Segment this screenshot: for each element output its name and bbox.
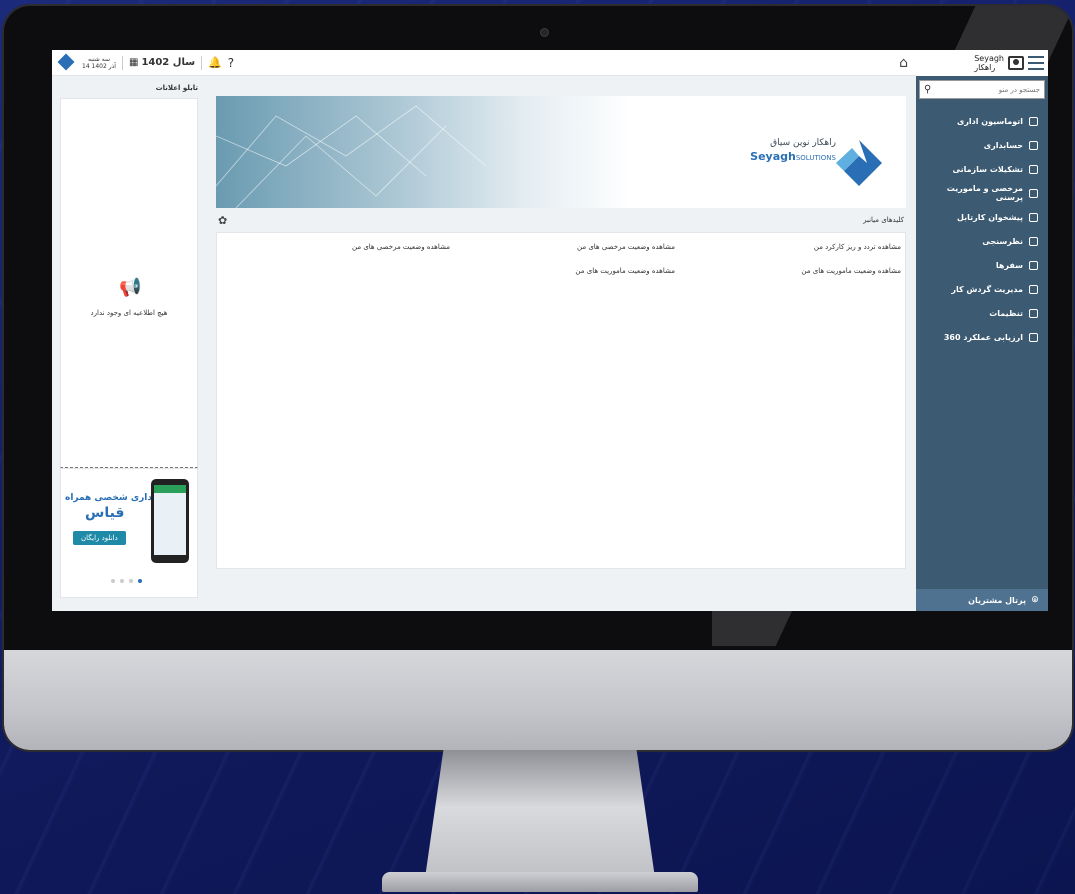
sidebar-item[interactable]: پیشخوان کارتابل [916, 205, 1048, 229]
sidebar-item[interactable]: نظرسنجی [916, 229, 1048, 253]
ad-brand: قیاس [85, 505, 125, 521]
sidebar-item[interactable]: مدیریت گردش کار [916, 277, 1048, 301]
top-bar: سه شنبه 14 آذر 1402 ▦ سال 1402 🔔 ? ⌂ [52, 50, 916, 76]
notice-board-title: تابلو اعلانات [155, 84, 198, 92]
ad-carousel[interactable]: حسابداری شخصی همراه قیاس دانلود رایگان [60, 468, 198, 598]
brand-block: راهکار نوین سیاق SeyaghSOLUTIONS [750, 138, 836, 163]
portal-label: پرتال مشتریان [968, 595, 1026, 605]
banner: راهکار نوین سیاق SeyaghSOLUTIONS [216, 96, 906, 208]
brand-fa: راهکار نوین سیاق [770, 138, 836, 148]
shortcut-link[interactable]: مشاهده وضعیت ماموریت های من [801, 267, 901, 275]
sidebar-item[interactable]: تنظیمات [916, 301, 1048, 325]
sidebar: Seyagh راهکار ⚲ اتوماسیون اداری حسابداری… [916, 50, 1048, 611]
customer-portal[interactable]: ⌾ پرتال مشتریان [916, 589, 1048, 611]
gear-icon [1029, 308, 1038, 318]
search-icon[interactable]: ⚲ [924, 84, 931, 95]
banner-graphic [216, 105, 487, 208]
carousel-dot[interactable] [129, 579, 133, 583]
app-screen: سه شنبه 14 آذر 1402 ▦ سال 1402 🔔 ? ⌂ تاب… [52, 50, 1048, 611]
brand-en: SeyaghSOLUTIONS [750, 150, 836, 163]
menu-icon[interactable] [1028, 56, 1044, 70]
top-bar-left: سه شنبه 14 آذر 1402 ▦ سال 1402 🔔 ? [52, 54, 234, 72]
sidebar-search: ⚲ [919, 80, 1045, 99]
carousel-dots [111, 579, 142, 583]
phone-image [151, 479, 189, 563]
main-content: راهکار نوین سیاق SeyaghSOLUTIONS ✿ کلیده… [216, 96, 906, 601]
inbox-icon [1029, 212, 1038, 222]
monitor-chin [4, 650, 1072, 750]
user-name: Seyagh راهکار [974, 54, 1004, 72]
user-box[interactable]: Seyagh راهکار [974, 54, 1044, 72]
seyagh-logo-icon [58, 54, 76, 72]
sidebar-item[interactable]: اتوماسیون اداری [916, 109, 1048, 133]
divider [201, 55, 203, 70]
year-selector[interactable]: ▦ سال 1402 [129, 57, 195, 68]
year-label: سال 1402 [141, 57, 196, 68]
portal-icon: ⌾ [1032, 594, 1038, 606]
user-icon [1008, 56, 1024, 70]
brand-logo-icon [836, 140, 882, 186]
megaphone-icon: 📢 [119, 277, 142, 298]
divider [121, 55, 123, 70]
sidebar-item[interactable]: حسابداری [916, 133, 1048, 157]
org-chart-icon [1029, 164, 1038, 174]
travel-icon [1029, 260, 1038, 270]
help-button[interactable]: ? [228, 56, 234, 70]
sidebar-item[interactable]: تشکیلات سازمانی [916, 157, 1048, 181]
sidebar-item[interactable]: مرخصی و ماموریت پرسنی [916, 181, 1048, 205]
shortcuts-header: ✿ کلیدهای میانبر [216, 208, 906, 232]
gear-icon[interactable]: ✿ [218, 214, 227, 227]
carousel-dot-active[interactable] [138, 579, 142, 583]
shortcuts-panel: مشاهده تردد و ریز کارکرد من مشاهده وضعیت… [216, 232, 906, 569]
notice-board: تابلو اعلانات 📢 هیچ اطلاعیه ای وجود ندار… [60, 84, 198, 600]
mail-icon [1029, 116, 1038, 126]
search-input[interactable] [940, 85, 1040, 94]
leave-icon [1029, 188, 1038, 198]
empty-notice-text: هیچ اطلاعیه ای وجود ندارد [90, 309, 168, 317]
monitor-frame: سه شنبه 14 آذر 1402 ▦ سال 1402 🔔 ? ⌂ تاب… [4, 6, 1072, 750]
shortcut-link[interactable]: مشاهده وضعیت مرخصی های من [577, 243, 675, 251]
home-icon[interactable]: ⌂ [899, 55, 908, 71]
shortcut-link[interactable]: مشاهده وضعیت مرخصی های من [352, 243, 450, 251]
sidebar-header: Seyagh راهکار [916, 50, 1048, 76]
shortcut-link[interactable]: مشاهده وضعیت ماموریت های من [575, 267, 675, 275]
date-display: سه شنبه 14 آذر 1402 [82, 56, 116, 70]
download-button[interactable]: دانلود رایگان [73, 531, 126, 545]
bell-icon[interactable]: 🔔 [208, 56, 222, 69]
ledger-icon [1029, 140, 1038, 150]
carousel-dot[interactable] [120, 579, 124, 583]
calendar-icon: ▦ [128, 57, 139, 68]
shortcuts-title: کلیدهای میانبر [863, 216, 904, 224]
sidebar-menu: اتوماسیون اداری حسابداری تشکیلات سازمانی… [916, 109, 1048, 349]
date: 14 آذر 1402 [82, 62, 116, 70]
sidebar-item[interactable]: ارزیابی عملکرد 360 [916, 325, 1048, 349]
weekday: سه شنبه [87, 55, 110, 63]
survey-icon [1029, 236, 1038, 246]
evaluation-icon [1029, 332, 1038, 342]
shortcut-link[interactable]: مشاهده تردد و ریز کارکرد من [814, 243, 901, 251]
monitor-stand-base [382, 872, 698, 892]
camera [540, 28, 549, 37]
sidebar-item[interactable]: سفرها [916, 253, 1048, 277]
notice-list: 📢 هیچ اطلاعیه ای وجود ندارد [60, 98, 198, 468]
monitor-stand [425, 750, 655, 878]
workflow-icon [1029, 284, 1038, 294]
carousel-dot[interactable] [111, 579, 115, 583]
